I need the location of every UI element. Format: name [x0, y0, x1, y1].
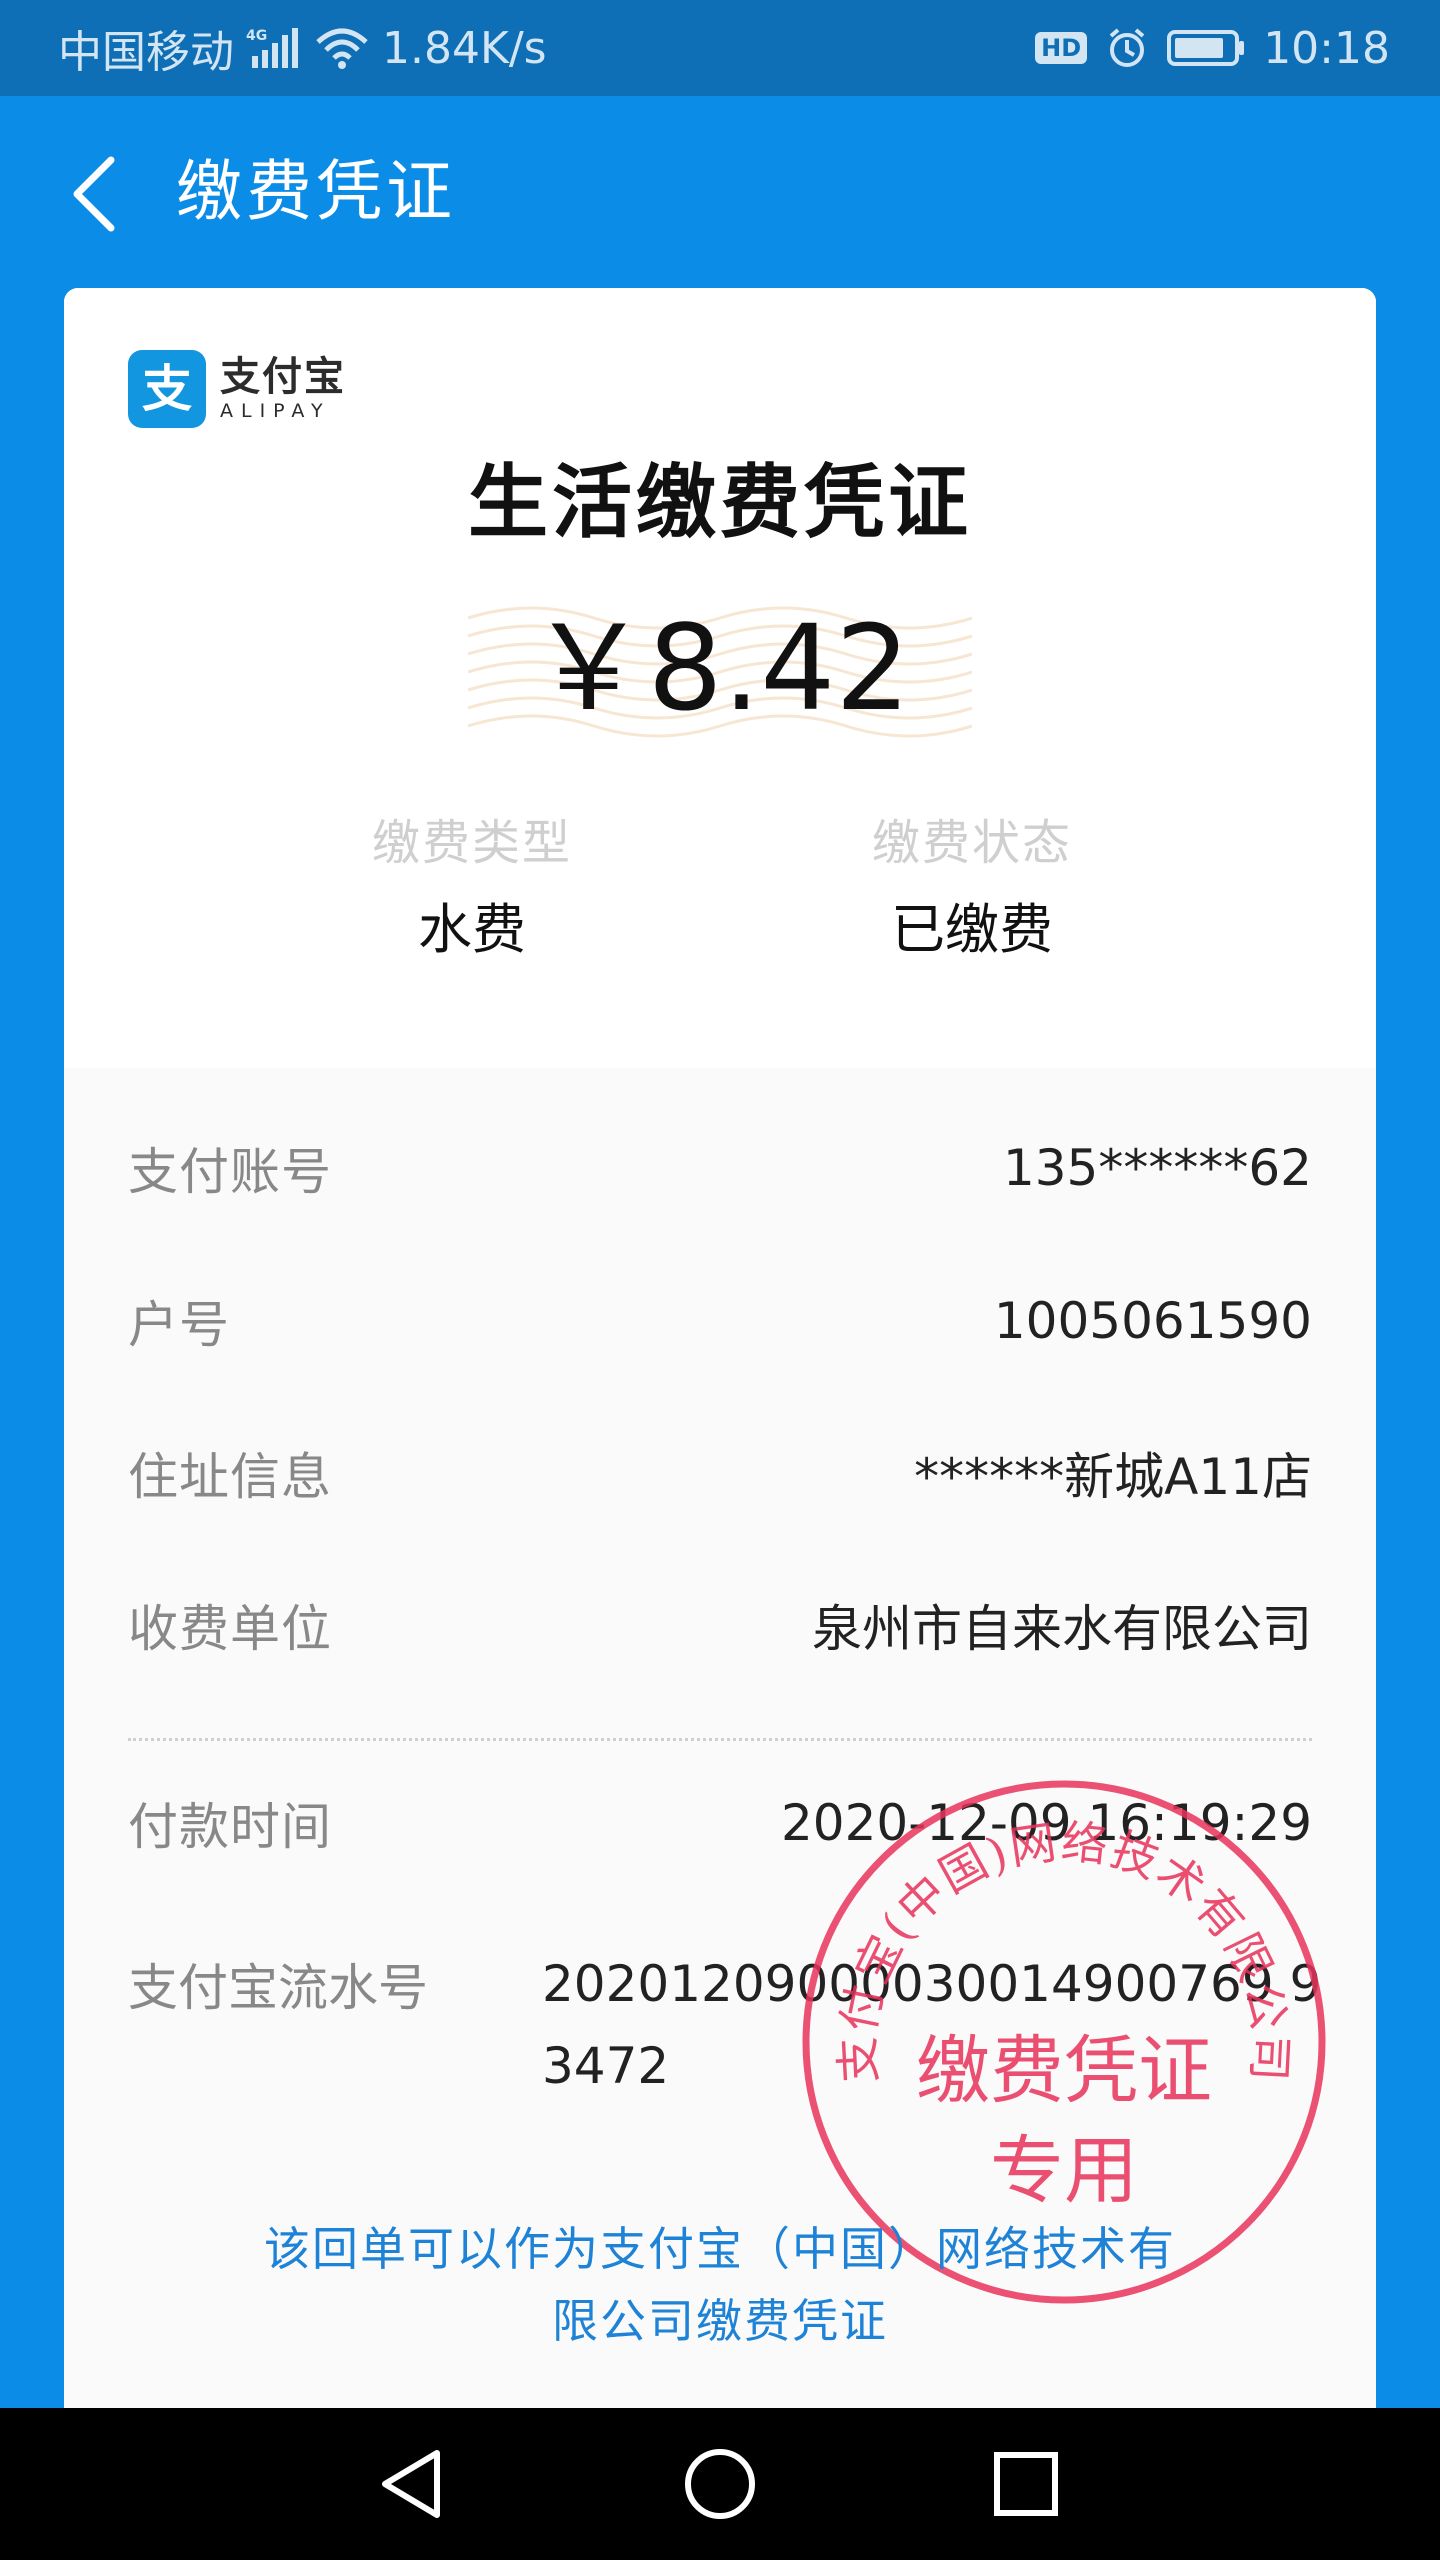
wifi-icon: [314, 26, 370, 70]
detail-row-payment-time: 付款时间 2020-12-09 16:19:29: [128, 1778, 1312, 1868]
detail-row-payee: 收费单位 泉州市自来水有限公司: [128, 1580, 1312, 1670]
detail-value: 2020-12-09 16:19:29: [780, 1794, 1312, 1852]
payment-type-value: 水费: [418, 898, 526, 961]
footer-note-line-1: 该回单可以作为支付宝（中国）网络技术有: [264, 2222, 1176, 2276]
amount-block: ￥8.42: [468, 598, 972, 738]
page-title: 缴费凭证: [176, 153, 456, 230]
detail-value: 135******62: [1002, 1139, 1312, 1197]
payment-amount: ￥8.42: [529, 599, 911, 737]
detail-label: 户号: [128, 1296, 230, 1354]
navigation-bar: [0, 2408, 1440, 2560]
network-speed: 1.84K/s: [382, 22, 547, 74]
recents-square-icon: [994, 2452, 1058, 2516]
battery-icon: [1167, 28, 1245, 68]
detail-label: 住址信息: [128, 1448, 332, 1506]
alipay-name-cn: 支付宝: [220, 354, 346, 400]
home-circle-icon: [685, 2449, 755, 2519]
detail-label: 付款时间: [128, 1798, 332, 1856]
detail-value: 1005061590: [993, 1292, 1312, 1350]
back-triangle-icon: [382, 2450, 440, 2518]
nav-recents-button[interactable]: [986, 2444, 1066, 2524]
payment-status-label: 缴费状态: [871, 815, 1072, 871]
status-right: HD 10:18: [1035, 23, 1390, 74]
receipt-summary: 支 支付宝 ALIPAY 生活缴费凭证 ￥8.42 缴费类型 水费 缴费状态 已…: [64, 288, 1376, 1068]
alarm-icon: [1105, 26, 1149, 70]
chevron-left-icon: [73, 156, 115, 232]
receipt-title: 生活缴费凭证: [468, 456, 972, 549]
network-badge: 4G: [246, 28, 267, 44]
back-button[interactable]: [58, 154, 128, 234]
dotted-divider: [128, 1738, 1312, 1741]
app-header: 缴费凭证: [0, 96, 1440, 286]
detail-value: 泉州市自来水有限公司: [812, 1600, 1312, 1658]
detail-label: 收费单位: [128, 1600, 332, 1658]
carrier-name: 中国移动: [58, 27, 234, 78]
svg-text:支: 支: [142, 360, 192, 418]
hd-badge: HD: [1035, 32, 1088, 64]
serial-label: 支付宝流水号: [128, 1959, 428, 2017]
payment-status: 缴费状态 已缴费: [762, 808, 1182, 970]
nav-home-button[interactable]: [680, 2444, 760, 2524]
nav-back-button[interactable]: [372, 2444, 452, 2524]
alipay-logo: 支 支付宝 ALIPAY: [128, 350, 346, 428]
payment-type-label: 缴费类型: [371, 815, 572, 871]
clock-time: 10:18: [1263, 22, 1390, 74]
receipt-card: 支 支付宝 ALIPAY 生活缴费凭证 ￥8.42 缴费类型 水费 缴费状态 已…: [64, 288, 1376, 2408]
alipay-mark-icon: 支: [128, 350, 206, 428]
receipt-footer-note: 该回单可以作为支付宝（中国）网络技术有 限公司缴费凭证: [244, 2213, 1196, 2357]
detail-row-address: 住址信息 ******新城A11店: [128, 1428, 1312, 1518]
detail-row-account: 支付账号 135******62: [128, 1123, 1312, 1213]
detail-value: ******新城A11店: [914, 1448, 1312, 1506]
signal-icon: 4G: [246, 26, 302, 70]
status-bar: 中国移动 4G 1.84K/s HD 10:18: [0, 0, 1440, 96]
status-left: 中国移动 4G 1.84K/s: [58, 16, 547, 80]
payment-status-value: 已缴费: [891, 898, 1053, 961]
detail-label: 支付账号: [128, 1143, 332, 1201]
payment-type: 缴费类型 水费: [262, 808, 682, 970]
detail-row-household: 户号 1005061590: [128, 1276, 1312, 1366]
serial-value: 20201209000030014900769 93472: [542, 1955, 1322, 2095]
seal-line-2: 专用: [990, 2128, 1138, 2214]
footer-note-line-2: 限公司缴费凭证: [552, 2294, 888, 2348]
alipay-name-en: ALIPAY: [220, 400, 331, 422]
